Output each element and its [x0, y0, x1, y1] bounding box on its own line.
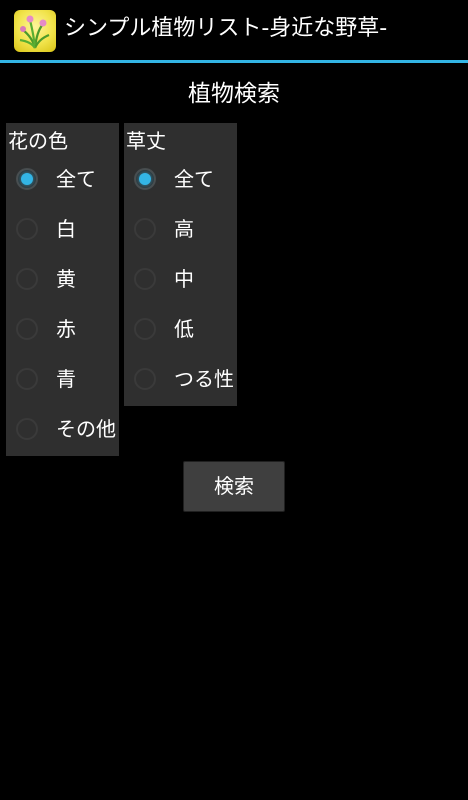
plant-height-radio-group: 草丈 全て 高 中 低 つる性 [124, 123, 237, 406]
radio-button-checked[interactable] [134, 168, 156, 190]
radio-button[interactable] [16, 218, 38, 240]
radio-button[interactable] [16, 268, 38, 290]
radio-label: 低 [174, 317, 194, 341]
app-title: シンプル植物リスト-身近な野草- [64, 16, 388, 41]
radio-label: 青 [56, 367, 76, 391]
radio-label: 白 [56, 217, 76, 241]
radio-height-all[interactable]: 全て [124, 155, 284, 205]
radio-button[interactable] [134, 318, 156, 340]
radio-button[interactable] [16, 418, 38, 440]
plant-app-icon[interactable] [14, 10, 56, 52]
radio-label: その他 [56, 417, 116, 441]
search-button[interactable]: 検索 [183, 461, 285, 512]
radio-label: 黄 [56, 267, 76, 291]
radio-label: 高 [174, 217, 194, 241]
page-title: 植物検索 [188, 81, 280, 107]
radio-height-vine[interactable]: つる性 [124, 355, 284, 405]
radio-height-medium[interactable]: 中 [124, 255, 284, 305]
flower-color-radio-group: 花の色 全て 白 黄 赤 青 その他 [6, 123, 119, 456]
radio-label: つる性 [174, 367, 234, 391]
radio-label: 中 [174, 267, 194, 291]
action-bar-divider [0, 60, 468, 63]
radio-color-other[interactable]: その他 [6, 405, 166, 455]
flower-color-label: 花の色 [8, 129, 68, 153]
radio-button[interactable] [134, 368, 156, 390]
plant-height-label: 草丈 [126, 129, 166, 153]
radio-height-tall[interactable]: 高 [124, 205, 284, 255]
action-bar: シンプル植物リスト-身近な野草- [0, 0, 468, 60]
radio-button[interactable] [134, 218, 156, 240]
radio-button[interactable] [134, 268, 156, 290]
radio-button-checked[interactable] [16, 168, 38, 190]
radio-height-low[interactable]: 低 [124, 305, 284, 355]
radio-label: 赤 [56, 317, 76, 341]
radio-button[interactable] [16, 368, 38, 390]
radio-label: 全て [56, 167, 96, 191]
radio-button[interactable] [16, 318, 38, 340]
radio-label: 全て [174, 167, 214, 191]
